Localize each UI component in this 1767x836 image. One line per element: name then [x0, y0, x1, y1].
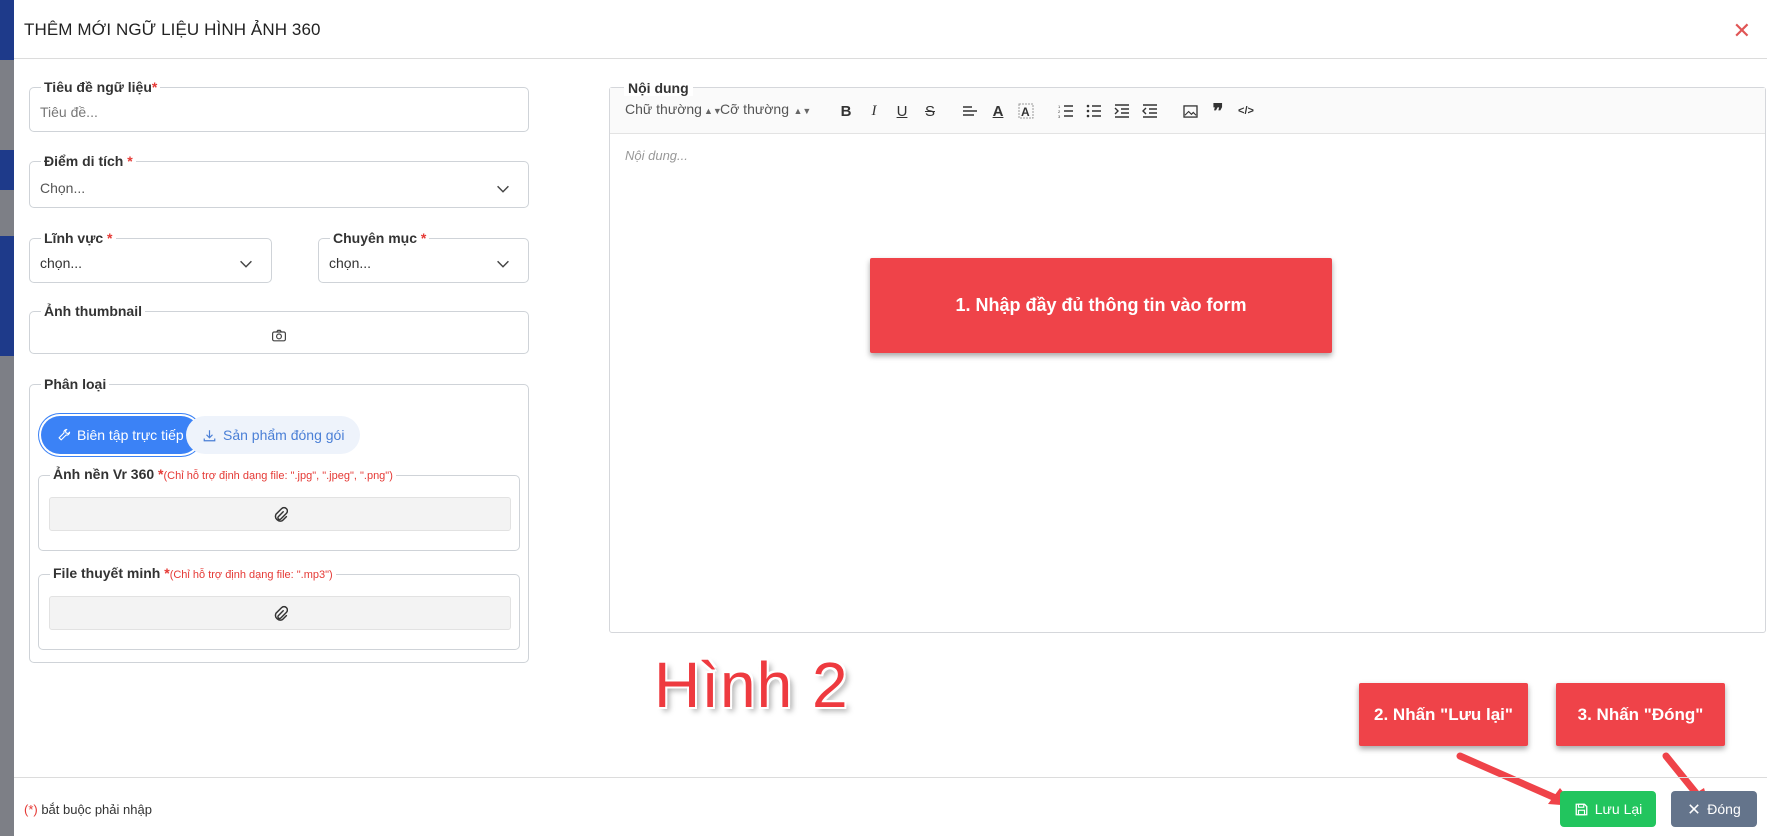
title-field-label: Tiêu đề ngữ liệu* [44, 79, 158, 95]
align-icon[interactable] [959, 100, 981, 122]
chevron-down-icon [497, 260, 509, 268]
thumbnail-label: Ảnh thumbnail [44, 303, 142, 319]
figure-label: Hình 2 [654, 649, 849, 721]
save-button-label: Lưu Lại [1594, 801, 1643, 817]
bold-icon[interactable]: B [835, 100, 857, 122]
svg-text:A: A [1021, 105, 1030, 119]
callout-step-1: 1. Nhập đầy đủ thông tin vào form [870, 258, 1332, 353]
italic-icon[interactable]: I [863, 100, 885, 122]
narration-file-upload[interactable]: File thuyết minh *(Chỉ hỗ trợ định dạng … [38, 566, 520, 650]
narration-file-dropzone[interactable] [49, 596, 511, 630]
save-icon [1575, 803, 1588, 815]
close-icon [1689, 804, 1700, 814]
download-icon [203, 429, 216, 441]
bullet-list-icon[interactable] [1083, 100, 1105, 122]
chevron-down-icon [497, 185, 509, 193]
close-button-label: Đóng [1707, 801, 1741, 817]
classification-group: Phân loại Biên tập trực tiếp Sản phẩm đó… [29, 377, 529, 663]
close-icon[interactable]: ✕ [1733, 18, 1751, 44]
save-button[interactable]: Lưu Lại [1560, 791, 1656, 827]
classification-label: Phân loại [44, 376, 107, 392]
editor-toolbar: Chữ thường ▲▼ Cỡ thường ▲▼ B I U S A A 12… [610, 88, 1765, 134]
vr-background-upload[interactable]: Ảnh nền Vr 360 *(Chỉ hỗ trợ định dạng fi… [38, 467, 520, 551]
domain-select-value: chọn... [40, 255, 83, 271]
paperclip-icon [274, 605, 288, 621]
indent-icon[interactable] [1111, 100, 1133, 122]
camera-icon[interactable] [271, 328, 287, 344]
callout-step-3: 3. Nhấn "Đóng" [1556, 683, 1725, 746]
required-note: (*) bắt buộc phải nhập [24, 802, 152, 817]
content-label: Nội dung [624, 80, 693, 96]
modal-footer: (*) bắt buộc phải nhập Lưu Lại Đóng [14, 777, 1767, 836]
title-field[interactable]: Tiêu đề ngữ liệu* Tiêu đề... [29, 80, 529, 132]
font-color-icon[interactable]: A [987, 100, 1009, 122]
paperclip-icon [274, 506, 288, 522]
background-band [0, 236, 14, 356]
svg-text:3: 3 [1058, 114, 1061, 118]
title-input[interactable]: Tiêu đề... [40, 104, 98, 120]
domain-select[interactable]: Lĩnh vực * chọn... [29, 231, 272, 283]
editor-placeholder: Nội dung... [625, 148, 688, 163]
wrench-icon [58, 428, 71, 441]
outdent-icon[interactable] [1139, 100, 1161, 122]
underline-icon[interactable]: U [891, 100, 913, 122]
strikethrough-icon[interactable]: S [919, 100, 941, 122]
code-icon[interactable]: </> [1235, 100, 1257, 122]
blockquote-icon[interactable]: ❞ [1207, 100, 1229, 123]
callout-step-2: 2. Nhấn "Lưu lại" [1359, 683, 1528, 746]
category-select-label: Chuyên mục * [333, 230, 427, 246]
site-select[interactable]: Điểm di tích * Chọn... [29, 154, 529, 208]
background-sidebar [0, 0, 14, 836]
add-image-360-modal: THÊM MỚI NGỮ LIỆU HÌNH ẢNH 360 ✕ Tiêu đề… [14, 0, 1767, 836]
close-button[interactable]: Đóng [1671, 791, 1757, 827]
category-select-value: chọn... [329, 255, 372, 271]
category-select[interactable]: Chuyên mục * chọn... [318, 231, 529, 283]
background-color-icon[interactable]: A [1015, 100, 1037, 122]
site-select-value: Chọn... [40, 180, 86, 196]
background-band [0, 150, 14, 190]
narration-file-label: File thuyết minh *(Chỉ hỗ trợ định dạng … [53, 565, 333, 581]
modal-title: THÊM MỚI NGỮ LIỆU HÌNH ẢNH 360 [24, 20, 321, 39]
domain-select-label: Lĩnh vực * [44, 230, 113, 246]
tab-packaged-product[interactable]: Sản phẩm đóng gói [186, 416, 361, 454]
background-band [0, 0, 14, 60]
tab-packaged-product-label: Sản phẩm đóng gói [223, 427, 345, 443]
vr-background-label: Ảnh nền Vr 360 *(Chỉ hỗ trợ định dạng fi… [53, 466, 393, 482]
image-icon[interactable] [1179, 100, 1201, 122]
vr-background-dropzone[interactable] [49, 497, 511, 531]
font-size-select[interactable]: Cỡ thường ▲▼ [720, 101, 811, 117]
font-style-select[interactable]: Chữ thường ▲▼ [625, 101, 722, 117]
site-select-label: Điểm di tích * [44, 153, 133, 169]
tab-direct-edit-label: Biên tập trực tiếp [77, 427, 184, 443]
modal-header: THÊM MỚI NGỮ LIỆU HÌNH ẢNH 360 ✕ [14, 0, 1767, 59]
chevron-down-icon [240, 260, 252, 268]
ordered-list-icon[interactable]: 123 [1055, 100, 1077, 122]
content-editor[interactable]: Chữ thường ▲▼ Cỡ thường ▲▼ B I U S A A 12… [609, 87, 1766, 633]
tab-direct-edit[interactable]: Biên tập trực tiếp [41, 416, 200, 454]
thumbnail-upload[interactable]: Ảnh thumbnail [29, 304, 529, 354]
